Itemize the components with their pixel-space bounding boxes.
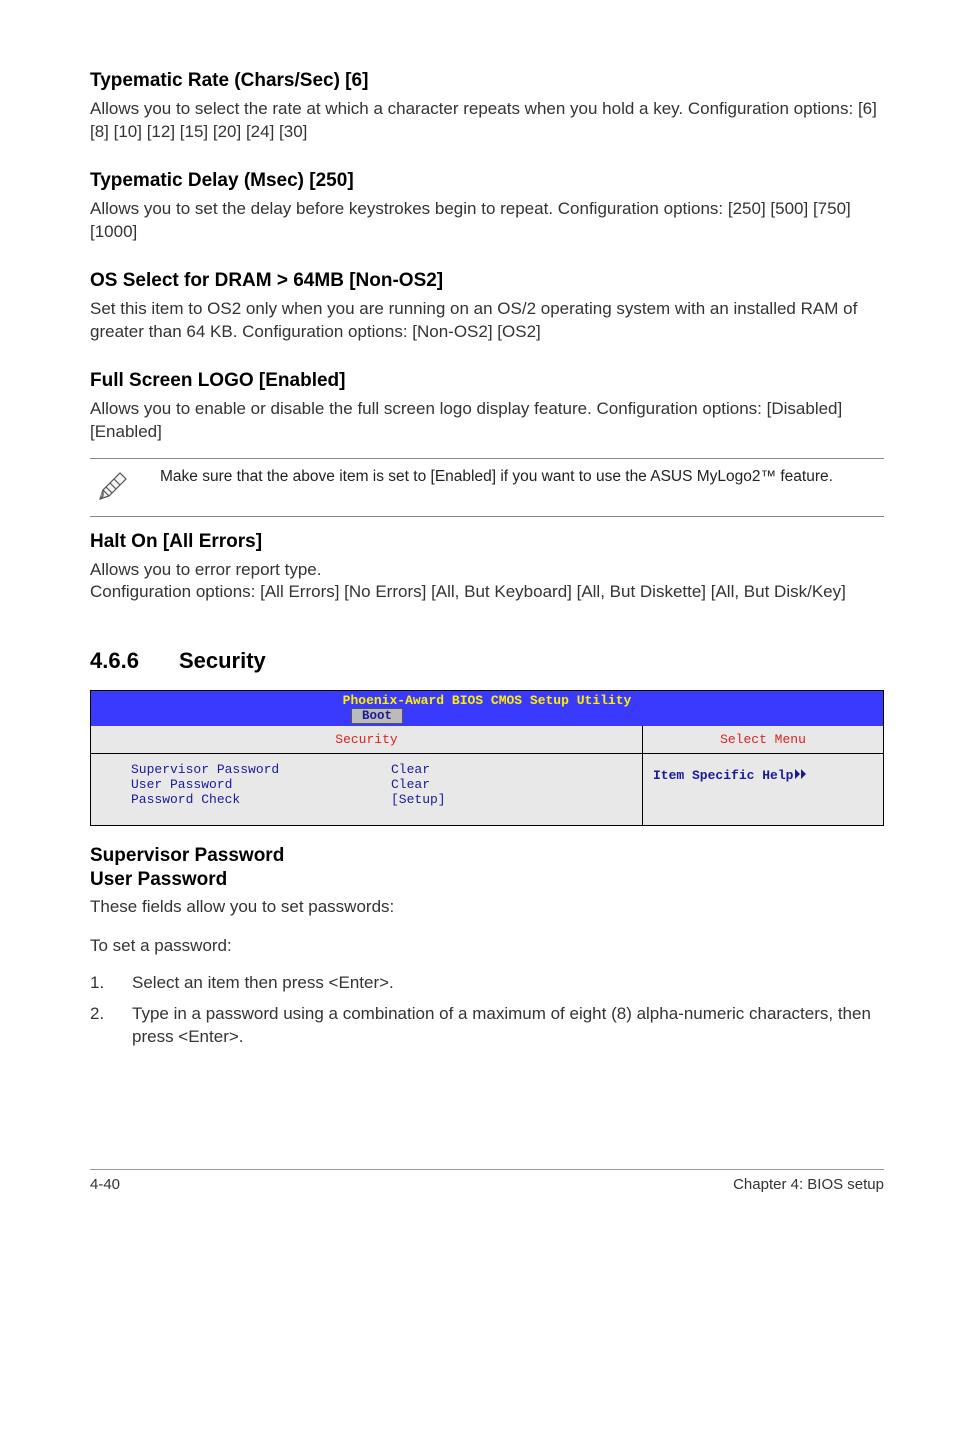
bios-left-header: Security [91, 726, 642, 754]
heading-halt-on: Halt On [All Errors] [90, 531, 884, 553]
section-number: 4.6.6 [90, 648, 139, 674]
bios-tab-boot: Boot [351, 708, 403, 724]
bios-row-user: User Password Clear [131, 777, 642, 792]
body-typematic-delay: Allows you to set the delay before keyst… [90, 198, 884, 244]
bios-title: Phoenix-Award BIOS CMOS Setup Utility [91, 691, 883, 708]
bios-help: Item Specific Help [643, 754, 883, 797]
password-steps: 1. Select an item then press <Enter>. 2.… [90, 972, 884, 1049]
bios-label: User Password [131, 777, 391, 792]
bios-label: Password Check [131, 792, 391, 807]
list-number: 2. [90, 1003, 132, 1049]
heading-security-section: 4.6.6 Security [90, 648, 884, 674]
note-text: Make sure that the above item is set to … [160, 467, 833, 488]
triangle-right-icon [795, 768, 811, 783]
heading-supervisor-password: Supervisor Password [90, 844, 884, 868]
password-intro: These fields allow you to set passwords: [90, 896, 884, 919]
body-halt-on: Allows you to error report type. Configu… [90, 559, 884, 605]
list-item: 2. Type in a password using a combinatio… [90, 1003, 884, 1049]
bios-row-supervisor: Supervisor Password Clear [131, 762, 642, 777]
page-footer: 4-40 Chapter 4: BIOS setup [90, 1169, 884, 1193]
pencil-icon [96, 469, 130, 508]
footer-chapter: Chapter 4: BIOS setup [733, 1176, 884, 1193]
body-os-select: Set this item to OS2 only when you are r… [90, 298, 884, 344]
note-block: Make sure that the above item is set to … [90, 458, 884, 517]
password-to-set: To set a password: [90, 935, 884, 958]
body-typematic-rate: Allows you to select the rate at which a… [90, 98, 884, 144]
heading-typematic-rate: Typematic Rate (Chars/Sec) [6] [90, 70, 884, 92]
heading-typematic-delay: Typematic Delay (Msec) [250] [90, 170, 884, 192]
list-number: 1. [90, 972, 132, 995]
heading-full-screen-logo: Full Screen LOGO [Enabled] [90, 370, 884, 392]
list-text: Type in a password using a combination o… [132, 1003, 884, 1049]
bios-value: [Setup] [391, 792, 446, 807]
bios-row-password-check: Password Check [Setup] [131, 792, 642, 807]
bios-tab-bar: Boot [91, 708, 883, 726]
bios-screenshot: Phoenix-Award BIOS CMOS Setup Utility Bo… [90, 690, 884, 826]
body-full-screen-logo: Allows you to enable or disable the full… [90, 398, 884, 444]
list-item: 1. Select an item then press <Enter>. [90, 972, 884, 995]
bios-value: Clear [391, 777, 430, 792]
footer-page-number: 4-40 [90, 1176, 120, 1193]
heading-user-password: User Password [90, 868, 884, 892]
bios-label: Supervisor Password [131, 762, 391, 777]
list-text: Select an item then press <Enter>. [132, 972, 884, 995]
bios-right-header: Select Menu [643, 726, 883, 754]
section-title: Security [179, 648, 266, 674]
bios-help-text: Item Specific Help [653, 768, 793, 783]
bios-settings: Supervisor Password Clear User Password … [91, 754, 642, 825]
bios-value: Clear [391, 762, 430, 777]
heading-os-select: OS Select for DRAM > 64MB [Non-OS2] [90, 270, 884, 292]
